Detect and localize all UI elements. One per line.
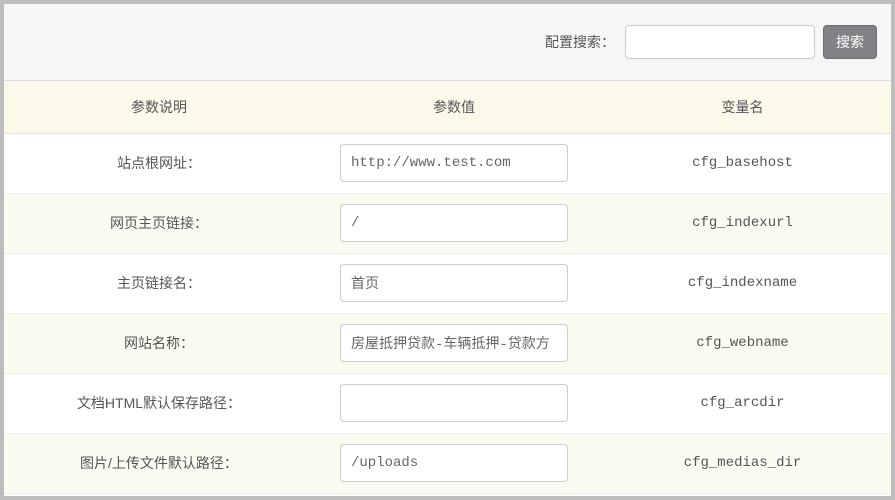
- param-var: cfg_basehost: [594, 133, 891, 193]
- param-value-input[interactable]: [340, 264, 568, 302]
- search-input[interactable]: [625, 25, 815, 59]
- table-row: 站点根网址： cfg_basehost: [4, 133, 891, 193]
- param-value-input[interactable]: [340, 384, 568, 422]
- param-desc: 站点根网址：: [4, 133, 314, 193]
- table-row: 网页主页链接： cfg_indexurl: [4, 193, 891, 253]
- search-bar: 配置搜索： 搜索: [4, 4, 891, 81]
- search-button[interactable]: 搜索: [823, 25, 877, 59]
- col-header-var: 变量名: [594, 81, 891, 133]
- col-header-desc: 参数说明: [4, 81, 314, 133]
- table-row: 图片/上传文件默认路径： cfg_medias_dir: [4, 433, 891, 493]
- param-desc: 网站名称：: [4, 313, 314, 373]
- param-value-input[interactable]: [340, 444, 568, 482]
- param-desc: 网页主页链接：: [4, 193, 314, 253]
- param-desc: 主页链接名：: [4, 253, 314, 313]
- param-var: cfg_arcdir: [594, 373, 891, 433]
- param-value-input[interactable]: [340, 324, 568, 362]
- param-var: cfg_webname: [594, 313, 891, 373]
- param-var: cfg_indexname: [594, 253, 891, 313]
- param-desc: 文档HTML默认保存路径：: [4, 373, 314, 433]
- table-row: 网站名称： cfg_webname: [4, 313, 891, 373]
- table-header-row: 参数说明 参数值 变量名: [4, 81, 891, 133]
- table-row: 文档HTML默认保存路径： cfg_arcdir: [4, 373, 891, 433]
- config-table: 参数说明 参数值 变量名 站点根网址： cfg_basehost 网页主页链接：…: [4, 81, 891, 494]
- param-desc: 图片/上传文件默认路径：: [4, 433, 314, 493]
- param-var: cfg_medias_dir: [594, 433, 891, 493]
- search-label: 配置搜索：: [545, 32, 615, 52]
- param-value-input[interactable]: [340, 144, 568, 182]
- param-var: cfg_indexurl: [594, 193, 891, 253]
- table-row: 主页链接名： cfg_indexname: [4, 253, 891, 313]
- col-header-value: 参数值: [314, 81, 594, 133]
- param-value-input[interactable]: [340, 204, 568, 242]
